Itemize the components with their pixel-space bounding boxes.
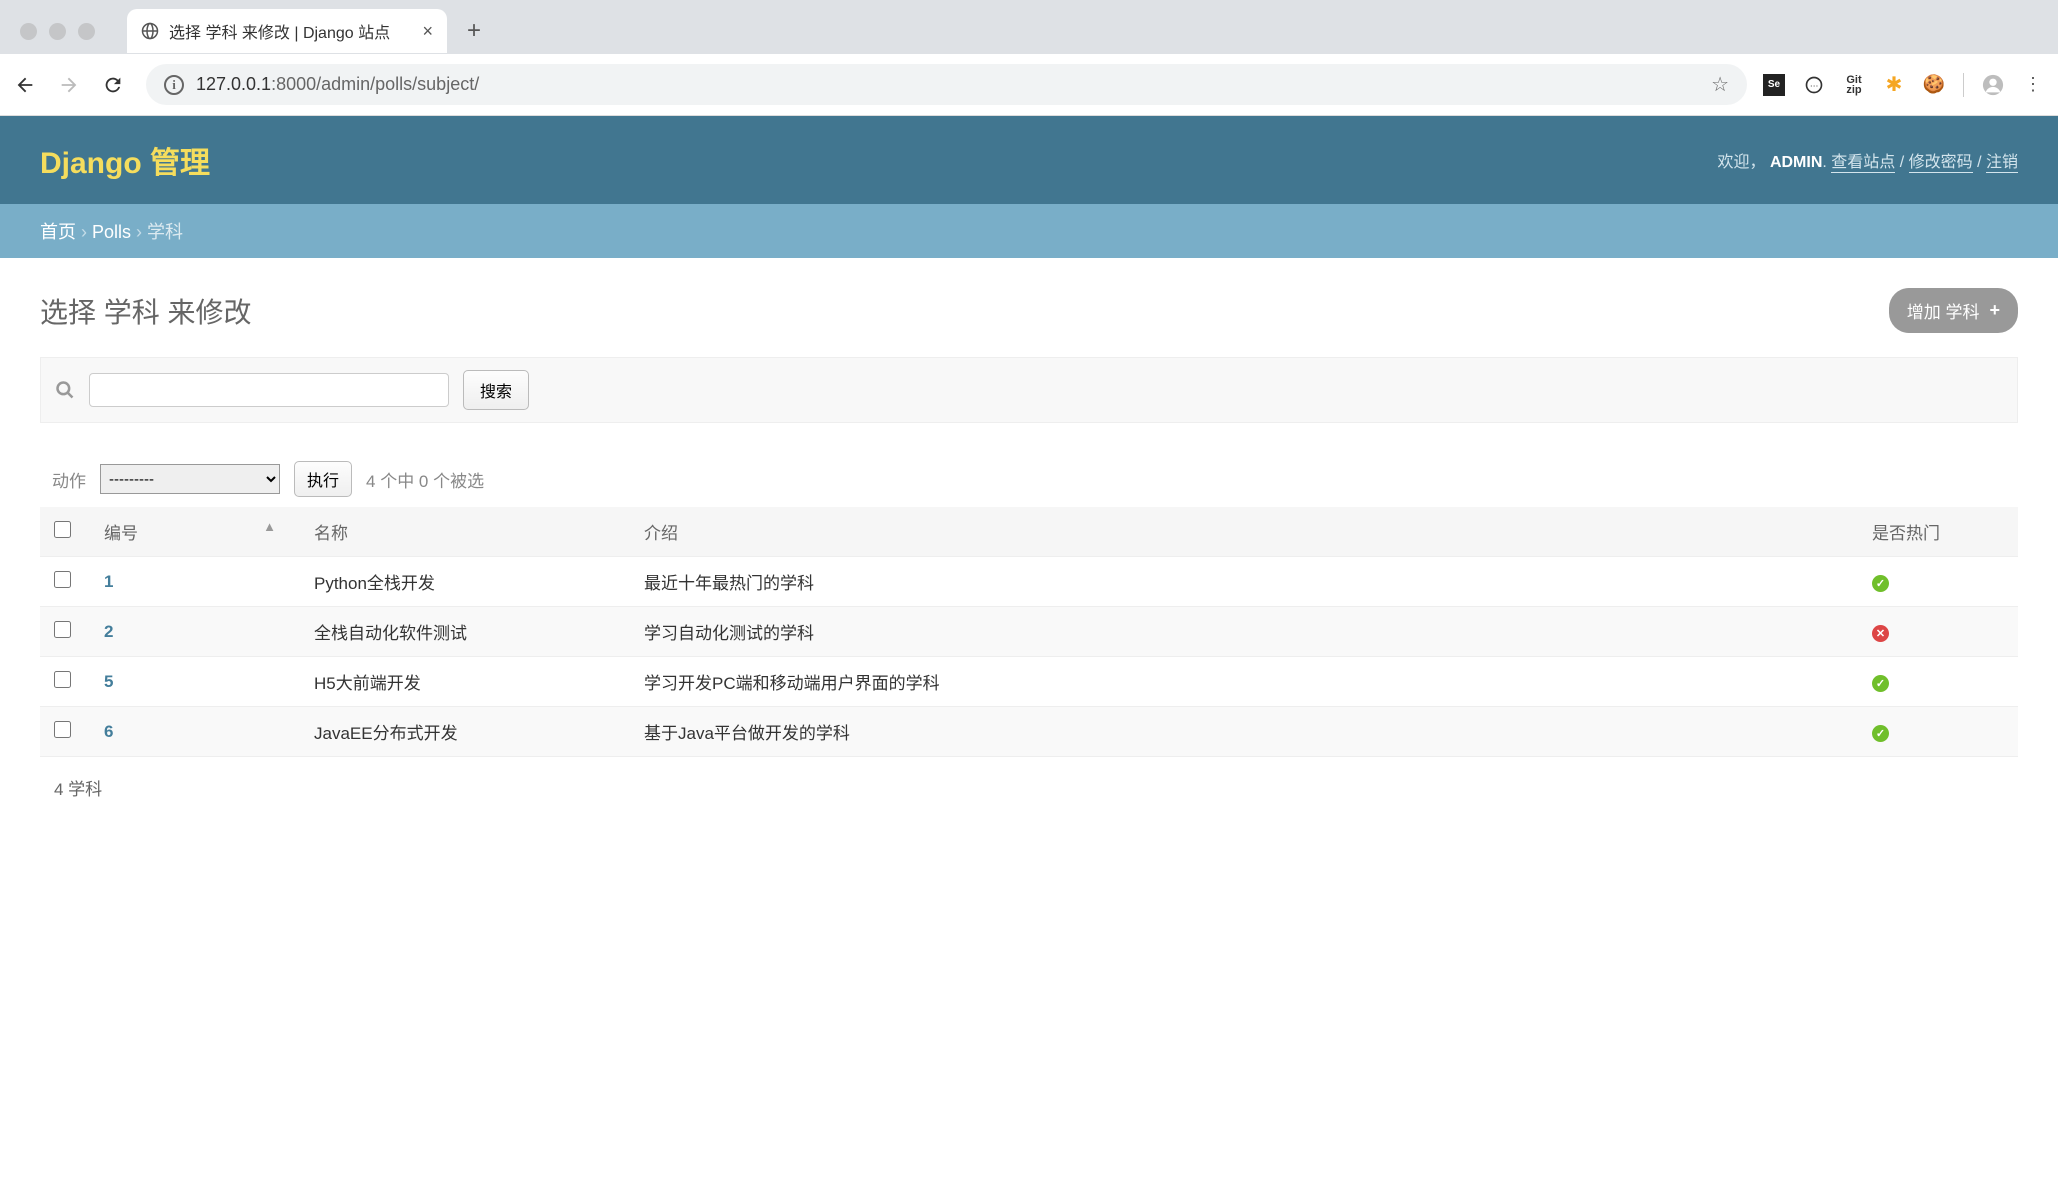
row-checkbox[interactable] xyxy=(54,721,71,738)
globe-icon xyxy=(141,22,159,40)
row-intro: 学习开发PC端和移动端用户界面的学科 xyxy=(630,657,1858,707)
actions-go-button[interactable]: 执行 xyxy=(294,461,352,497)
row-name: JavaEE分布式开发 xyxy=(300,707,630,757)
window-controls xyxy=(20,23,95,40)
table-header-row: 编号 ▲ 名称 介绍 是否热门 xyxy=(40,507,2018,557)
search-section: 搜索 xyxy=(40,357,2018,423)
admin-header: Django 管理 欢迎， ADMIN. 查看站点 / 修改密码 / 注销 xyxy=(0,116,2058,204)
tab-title: 选择 学科 来修改 | Django 站点 xyxy=(169,19,412,43)
table-row: 5 H5大前端开发学习开发PC端和移动端用户界面的学科 ✓ xyxy=(40,657,2018,707)
row-id-link[interactable]: 2 xyxy=(104,622,113,641)
breadcrumb-app[interactable]: Polls xyxy=(92,222,131,242)
page-title: 选择 学科 来修改 xyxy=(40,291,252,331)
row-name: 全栈自动化软件测试 xyxy=(300,607,630,657)
breadcrumb-current: 学科 xyxy=(147,222,183,242)
forward-button[interactable] xyxy=(58,74,86,96)
view-site-link[interactable]: 查看站点 xyxy=(1831,154,1895,173)
select-all-checkbox[interactable] xyxy=(54,521,71,538)
address-bar[interactable]: i 127.0.0.1:8000/admin/polls/subject/ ☆ xyxy=(146,64,1747,105)
search-input[interactable] xyxy=(89,373,449,407)
tab-bar: 选择 学科 来修改 | Django 站点 × + xyxy=(0,0,2058,54)
extension-icons: Se ⋯ Gitzip ✱ 🍪 ⋮ xyxy=(1763,73,2044,97)
close-window-button[interactable] xyxy=(20,23,37,40)
yes-icon: ✓ xyxy=(1872,575,1889,592)
search-button[interactable]: 搜索 xyxy=(463,370,529,410)
breadcrumb-home[interactable]: 首页 xyxy=(40,222,76,242)
username: ADMIN xyxy=(1770,154,1822,171)
url-text: 127.0.0.1:8000/admin/polls/subject/ xyxy=(196,74,479,95)
row-checkbox[interactable] xyxy=(54,671,71,688)
maximize-window-button[interactable] xyxy=(78,23,95,40)
welcome-text: 欢迎， xyxy=(1717,154,1765,171)
bookmark-star-icon[interactable]: ☆ xyxy=(1711,72,1729,97)
column-header-hot[interactable]: 是否热门 xyxy=(1858,507,2018,557)
svg-text:⋯: ⋯ xyxy=(1810,80,1818,90)
table-row: 1 Python全栈开发最近十年最热门的学科 ✓ xyxy=(40,557,2018,607)
row-intro: 最近十年最热门的学科 xyxy=(630,557,1858,607)
row-id-link[interactable]: 1 xyxy=(104,572,113,591)
row-id-link[interactable]: 5 xyxy=(104,672,113,691)
add-button-label: 增加 学科 xyxy=(1907,298,1980,323)
row-name: H5大前端开发 xyxy=(300,657,630,707)
gitzip-extension-icon[interactable]: Gitzip xyxy=(1843,74,1865,96)
site-brand[interactable]: Django 管理 xyxy=(40,138,210,182)
row-hot: ✓ xyxy=(1858,657,2018,707)
browser-chrome: 选择 学科 来修改 | Django 站点 × + i 127.0.0.1:80… xyxy=(0,0,2058,116)
table-row: 6 JavaEE分布式开发基于Java平台做开发的学科 ✓ xyxy=(40,707,2018,757)
site-info-icon[interactable]: i xyxy=(164,75,184,95)
row-hot: ✕ xyxy=(1858,607,2018,657)
sort-arrow-icon: ▲ xyxy=(263,519,276,534)
new-tab-button[interactable]: + xyxy=(467,17,481,45)
browser-toolbar: i 127.0.0.1:8000/admin/polls/subject/ ☆ … xyxy=(0,54,2058,116)
reload-button[interactable] xyxy=(102,74,130,96)
add-subject-button[interactable]: 增加 学科 + xyxy=(1889,288,2018,333)
minimize-window-button[interactable] xyxy=(49,23,66,40)
row-hot: ✓ xyxy=(1858,707,2018,757)
row-intro: 基于Java平台做开发的学科 xyxy=(630,707,1858,757)
selenium-extension-icon[interactable]: Se xyxy=(1763,74,1785,96)
row-hot: ✓ xyxy=(1858,557,2018,607)
breadcrumb: 首页 › Polls › 学科 xyxy=(0,204,2058,258)
close-tab-icon[interactable]: × xyxy=(422,21,433,42)
extension-icon-circle[interactable]: ⋯ xyxy=(1803,74,1825,96)
row-checkbox[interactable] xyxy=(54,621,71,638)
change-password-link[interactable]: 修改密码 xyxy=(1909,154,1973,173)
content: 选择 学科 来修改 增加 学科 + 搜索 动作 --------- 执行 4 个… xyxy=(0,258,2058,848)
toolbar-divider xyxy=(1963,73,1964,97)
extension-icon-star[interactable]: ✱ xyxy=(1883,74,1905,96)
profile-avatar-icon[interactable] xyxy=(1982,74,2004,96)
paginator: 4 学科 xyxy=(40,757,2018,818)
browser-tab[interactable]: 选择 学科 来修改 | Django 站点 × xyxy=(127,9,447,53)
actions-label: 动作 xyxy=(52,467,86,492)
table-row: 2 全栈自动化软件测试学习自动化测试的学科 ✕ xyxy=(40,607,2018,657)
actions-row: 动作 --------- 执行 4 个中 0 个被选 xyxy=(40,453,2018,505)
row-name: Python全栈开发 xyxy=(300,557,630,607)
cookie-extension-icon[interactable]: 🍪 xyxy=(1923,74,1945,96)
column-header-name[interactable]: 名称 xyxy=(300,507,630,557)
plus-icon: + xyxy=(1989,300,2000,321)
content-header: 选择 学科 来修改 增加 学科 + xyxy=(40,288,2018,333)
column-header-intro[interactable]: 介绍 xyxy=(630,507,1858,557)
row-checkbox[interactable] xyxy=(54,571,71,588)
search-icon xyxy=(55,380,75,400)
logout-link[interactable]: 注销 xyxy=(1986,154,2018,173)
row-intro: 学习自动化测试的学科 xyxy=(630,607,1858,657)
actions-counter: 4 个中 0 个被选 xyxy=(366,467,484,492)
yes-icon: ✓ xyxy=(1872,675,1889,692)
yes-icon: ✓ xyxy=(1872,725,1889,742)
row-id-link[interactable]: 6 xyxy=(104,722,113,741)
select-all-header xyxy=(40,507,90,557)
changelist-table: 编号 ▲ 名称 介绍 是否热门 1 Python全栈开发最近十年最热门的学科 ✓ 2 全… xyxy=(40,507,2018,757)
actions-select[interactable]: --------- xyxy=(100,464,280,494)
back-button[interactable] xyxy=(14,74,42,96)
column-header-id[interactable]: 编号 ▲ xyxy=(90,507,300,557)
browser-menu-icon[interactable]: ⋮ xyxy=(2022,74,2044,96)
no-icon: ✕ xyxy=(1872,625,1889,642)
user-tools: 欢迎， ADMIN. 查看站点 / 修改密码 / 注销 xyxy=(1717,148,2018,172)
